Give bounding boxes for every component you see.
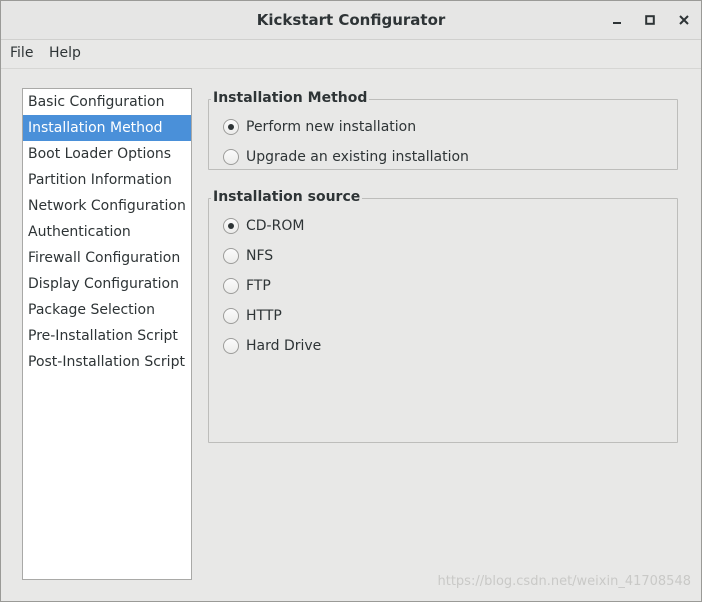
installation-source-legend: Installation source — [211, 189, 363, 205]
nav-item-pre-installation-script[interactable]: Pre-Installation Script — [23, 323, 191, 349]
nav-item-authentication[interactable]: Authentication — [23, 219, 191, 245]
radio-label: NFS — [246, 248, 274, 264]
nav-item-network-configuration[interactable]: Network Configuration — [23, 193, 191, 219]
maximize-button[interactable] — [640, 10, 660, 30]
menu-bar: File Help — [1, 40, 701, 69]
radio-nfs[interactable]: NFS — [223, 246, 273, 266]
close-icon — [679, 15, 689, 25]
section-list: Basic Configuration Installation Method … — [22, 88, 192, 580]
installation-method-frame: Installation Method Perform new installa… — [208, 90, 678, 170]
minimize-button[interactable] — [607, 10, 627, 30]
radio-label: Perform new installation — [246, 119, 417, 135]
radio-label: Upgrade an existing installation — [246, 149, 469, 165]
radio-hard-drive[interactable]: Hard Drive — [223, 336, 321, 356]
radio-button[interactable] — [223, 308, 239, 324]
nav-item-boot-loader-options[interactable]: Boot Loader Options — [23, 141, 191, 167]
radio-button[interactable] — [223, 149, 239, 165]
nav-item-post-installation-script[interactable]: Post-Installation Script — [23, 349, 191, 375]
radio-http[interactable]: HTTP — [223, 306, 282, 326]
radio-label: CD-ROM — [246, 218, 305, 234]
installation-method-legend: Installation Method — [211, 90, 370, 106]
radio-label: HTTP — [246, 308, 282, 324]
radio-button-checked[interactable] — [223, 119, 239, 135]
radio-ftp[interactable]: FTP — [223, 276, 271, 296]
window-title: Kickstart Configurator — [256, 11, 446, 29]
app-window: Kickstart Configurator File Help Basic C… — [0, 0, 702, 602]
radio-label: Hard Drive — [246, 338, 322, 354]
close-button[interactable] — [674, 10, 694, 30]
menu-file[interactable]: File — [10, 45, 33, 61]
nav-item-partition-information[interactable]: Partition Information — [23, 167, 191, 193]
maximize-icon — [645, 15, 655, 25]
radio-upgrade-existing-installation[interactable]: Upgrade an existing installation — [223, 147, 469, 167]
radio-button[interactable] — [223, 278, 239, 294]
nav-item-package-selection[interactable]: Package Selection — [23, 297, 191, 323]
radio-button-checked[interactable] — [223, 218, 239, 234]
radio-cd-rom[interactable]: CD-ROM — [223, 216, 304, 236]
nav-item-display-configuration[interactable]: Display Configuration — [23, 271, 191, 297]
radio-label: FTP — [246, 278, 271, 294]
nav-item-firewall-configuration[interactable]: Firewall Configuration — [23, 245, 191, 271]
installation-source-frame: Installation source CD-ROM NFS FTP HTTP … — [208, 189, 678, 443]
nav-item-basic-configuration[interactable]: Basic Configuration — [23, 89, 191, 115]
watermark-text: https://blog.csdn.net/weixin_41708548 — [437, 574, 691, 589]
radio-button[interactable] — [223, 338, 239, 354]
radio-button[interactable] — [223, 248, 239, 264]
menu-help[interactable]: Help — [49, 45, 81, 61]
radio-perform-new-installation[interactable]: Perform new installation — [223, 117, 416, 137]
title-bar: Kickstart Configurator — [1, 1, 701, 40]
nav-item-installation-method[interactable]: Installation Method — [23, 115, 191, 141]
minimize-icon — [613, 22, 621, 24]
